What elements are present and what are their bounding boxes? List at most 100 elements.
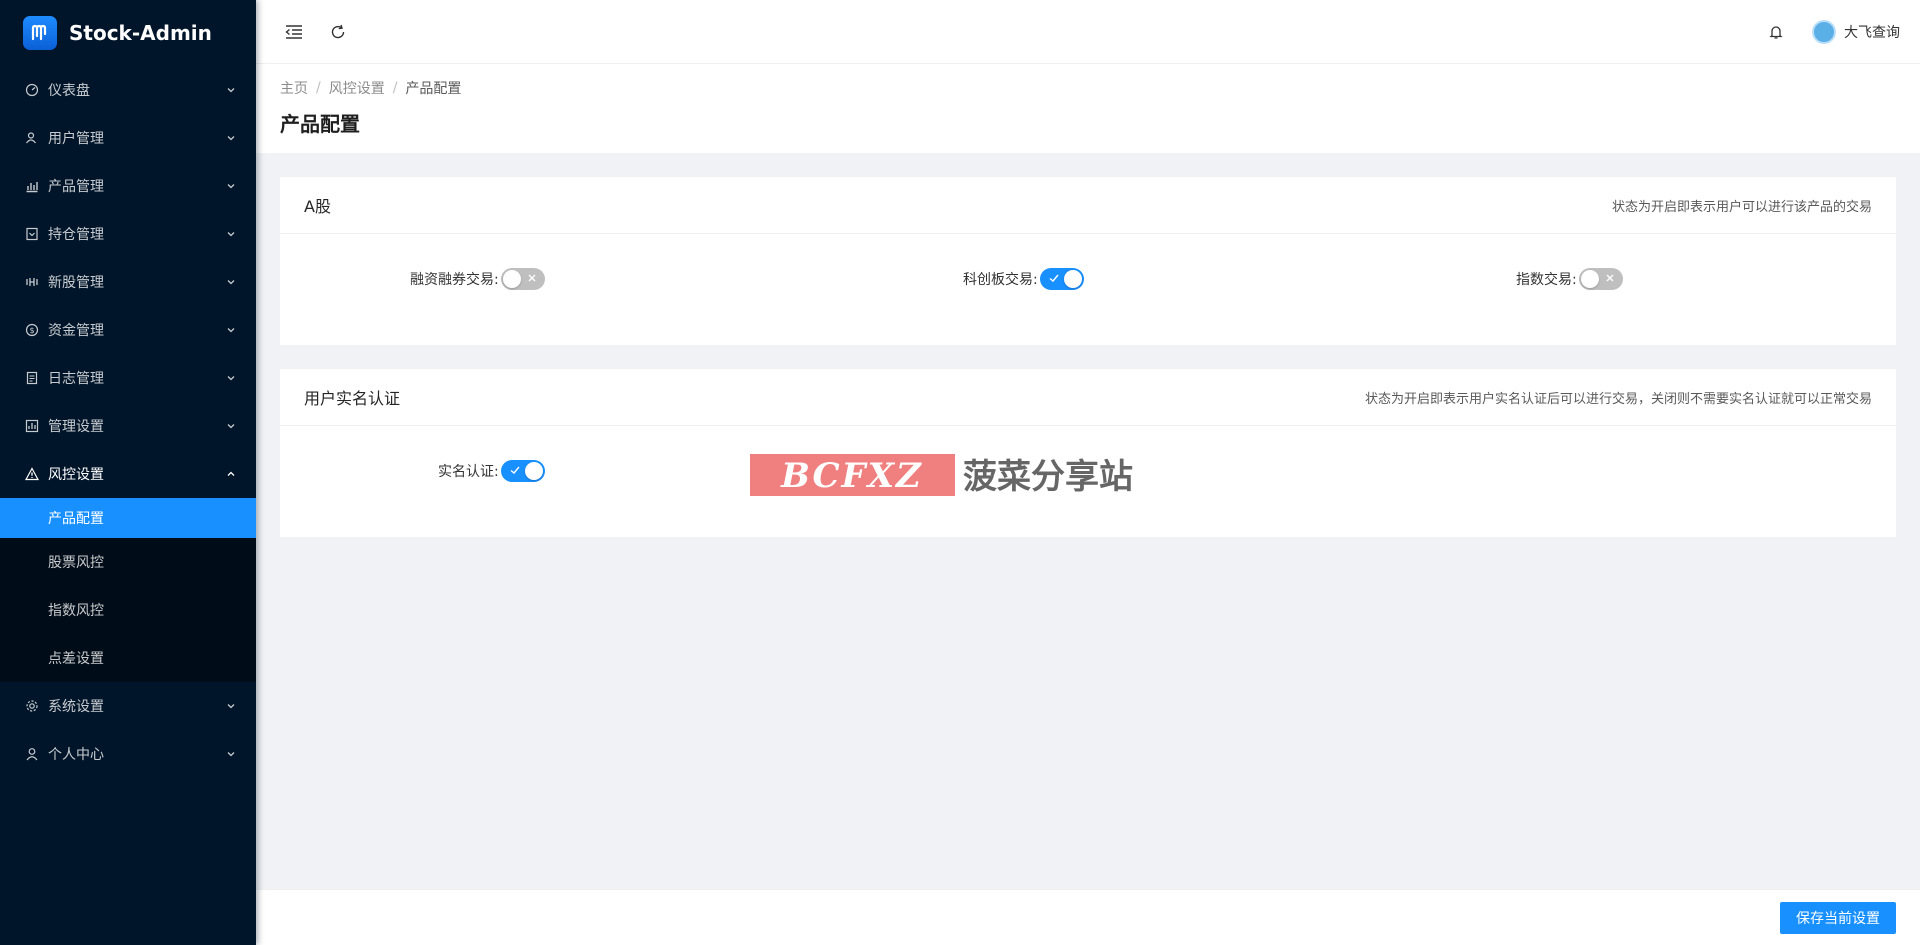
user-menu[interactable]: 大飞查询: [1792, 19, 1900, 44]
index-trading-label: 指数交易:: [1516, 272, 1577, 288]
chevron-down-icon: [227, 424, 235, 429]
svg-text:$: $: [29, 326, 34, 335]
close-icon: [528, 274, 536, 282]
sidebar-subitem-stock-risk[interactable]: 股票风控: [0, 538, 256, 586]
sidebar-item-risk-settings[interactable]: 风控设置: [0, 450, 256, 498]
log-icon: [24, 370, 40, 386]
sidebar-subitem-index-risk[interactable]: 指数风控: [0, 586, 256, 634]
index-trading-switch[interactable]: [1578, 268, 1623, 290]
margin-trading-switch[interactable]: [500, 268, 545, 290]
chevron-down-icon: [227, 136, 235, 141]
footer-bar: 保存当前设置: [256, 889, 1920, 945]
sidebar-item-label: 资金管理: [48, 323, 104, 339]
check-icon: [510, 466, 520, 474]
refresh-button[interactable]: [322, 16, 354, 48]
realname-label: 实名认证:: [438, 464, 499, 480]
chevron-down-icon: [227, 704, 235, 709]
star-market-label: 科创板交易:: [963, 272, 1038, 288]
refresh-icon: [331, 24, 345, 38]
realname-switch[interactable]: [500, 460, 545, 482]
dashboard-icon: [24, 82, 40, 98]
chevron-down-icon: [227, 184, 235, 189]
sidebar-item-label: 持仓管理: [48, 227, 104, 243]
sidebar-menu: 仪表盘 用户管理 产品管理 持仓管理 新股管理 $ 资金管理 日志管理 管理设置…: [0, 66, 256, 778]
user-manage-icon: [24, 130, 40, 146]
close-icon: [1606, 274, 1614, 282]
breadcrumb-separator: /: [316, 80, 321, 96]
chevron-down-icon: [227, 328, 235, 333]
watermark-cn-text: 菠菜分享站: [963, 457, 1133, 496]
sidebar-item-label: 日志管理: [48, 371, 104, 387]
logo[interactable]: Stock-Admin: [0, 0, 256, 66]
manage-setting-icon: [24, 418, 40, 434]
a-share-card: A股 状态为开启即表示用户可以进行该产品的交易 融资融券交易: 科创板交易: 指…: [280, 177, 1896, 345]
card-hint: 状态为开启即表示用户实名认证后可以进行交易，关闭则不需要实名认证就可以正常交易: [1364, 391, 1872, 407]
chevron-down-icon: [227, 752, 235, 757]
avatar: [1812, 19, 1836, 44]
star-market-switch[interactable]: [1039, 268, 1084, 290]
risk-settings-submenu: 产品配置 股票风控 指数风控 点差设置: [0, 498, 256, 682]
chevron-down-icon: [227, 232, 235, 237]
breadcrumb-separator: /: [392, 80, 398, 96]
sidebar-subitem-product-config[interactable]: 产品配置: [0, 498, 256, 538]
sidebar-item-dashboard[interactable]: 仪表盘: [0, 66, 256, 114]
sidebar-item-new-stocks[interactable]: 新股管理: [0, 258, 256, 306]
card-body: 融资融券交易: 科创板交易: 指数交易:: [280, 234, 1896, 345]
switch-knob: [502, 270, 521, 288]
sidebar-item-positions[interactable]: 持仓管理: [0, 210, 256, 258]
content-area: A股 状态为开启即表示用户可以进行该产品的交易 融资融券交易: 科创板交易: 指…: [256, 153, 1920, 945]
switch-knob: [524, 462, 543, 480]
new-stock-icon: [24, 274, 40, 290]
sidebar-item-products[interactable]: 产品管理: [0, 162, 256, 210]
username: 大飞查询: [1844, 24, 1900, 41]
sidebar-item-label: 仪表盘: [48, 83, 90, 99]
sidebar-item-logs[interactable]: 日志管理: [0, 354, 256, 402]
sidebar-item-manage-settings[interactable]: 管理设置: [0, 402, 256, 450]
realname-card: 用户实名认证 状态为开启即表示用户实名认证后可以进行交易，关闭则不需要实名认证就…: [280, 369, 1896, 537]
switch-knob: [1580, 270, 1599, 288]
page-header: 主页 / 风控设置 / 产品配置 产品配置: [256, 64, 1920, 153]
chevron-down-icon: [227, 376, 235, 381]
sidebar-item-label: 产品管理: [48, 179, 104, 195]
sidebar-item-users[interactable]: 用户管理: [0, 114, 256, 162]
breadcrumb-current: 产品配置: [405, 81, 462, 97]
sidebar-item-label: 系统设置: [48, 699, 104, 715]
sidebar-item-system-settings[interactable]: 系统设置: [0, 682, 256, 730]
sidebar-item-label: 风控设置: [48, 467, 104, 483]
person-icon: [24, 746, 40, 762]
index-trading-field: 指数交易:: [1516, 268, 1623, 290]
sidebar-item-label: 个人中心: [48, 747, 104, 763]
card-hint: 状态为开启即表示用户可以进行该产品的交易: [1611, 199, 1872, 215]
notification-button[interactable]: [1760, 16, 1792, 48]
realname-field: 实名认证:: [438, 460, 545, 482]
sidebar: Stock-Admin 仪表盘 用户管理 产品管理 持仓管理 新股管理 $ 资金…: [0, 0, 256, 945]
watermark-latin-text: BCFXZ: [780, 456, 923, 496]
sidebar-item-label: 新股管理: [48, 275, 104, 291]
watermark: BCFXZ 菠菜分享站: [750, 454, 1175, 497]
sidebar-item-label: 管理设置: [48, 419, 104, 435]
chevron-down-icon: [227, 280, 235, 285]
chevron-down-icon: [227, 88, 235, 93]
menu-fold-icon: [285, 24, 302, 39]
warning-icon: [24, 466, 40, 482]
app-title: Stock-Admin: [69, 21, 212, 45]
switch-knob: [1063, 270, 1082, 288]
top-header: 大飞查询: [256, 0, 1920, 64]
card-title: A股: [304, 197, 331, 216]
breadcrumb: 主页 / 风控设置 / 产品配置: [280, 78, 1896, 98]
position-icon: [24, 226, 40, 242]
sidebar-item-label: 用户管理: [48, 131, 104, 147]
chart-icon: [24, 178, 40, 194]
page-title: 产品配置: [280, 112, 360, 136]
chevron-up-icon: [227, 471, 235, 476]
collapse-menu-button[interactable]: [278, 16, 310, 48]
margin-trading-field: 融资融券交易:: [410, 268, 545, 290]
save-settings-button[interactable]: 保存当前设置: [1780, 901, 1896, 934]
sidebar-item-funds[interactable]: $ 资金管理: [0, 306, 256, 354]
breadcrumb-home[interactable]: 主页: [280, 78, 308, 98]
breadcrumb-parent[interactable]: 风控设置: [329, 78, 385, 98]
sidebar-subitem-spread-settings[interactable]: 点差设置: [0, 634, 256, 682]
margin-trading-label: 融资融券交易:: [410, 272, 499, 288]
money-icon: $: [24, 322, 40, 338]
sidebar-item-personal-center[interactable]: 个人中心: [0, 730, 256, 778]
